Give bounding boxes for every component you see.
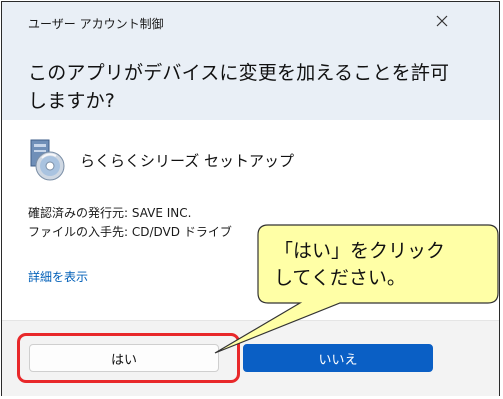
callout-line-1: 「はい」をクリック <box>274 240 446 262</box>
setup-disc-icon <box>30 139 65 181</box>
callout-line-2: してください。 <box>274 267 406 289</box>
consent-question: このアプリがデバイスに変更を加えることを許可しますか? <box>28 62 450 112</box>
dialog-header: ユーザー アカウント制御 このアプリがデバイスに変更を加えることを許可しますか? <box>2 2 499 120</box>
publisher-text: 確認済みの発行元: SAVE INC. <box>28 206 192 220</box>
close-icon <box>436 15 448 27</box>
dialog-title: ユーザー アカウント制御 <box>28 17 164 31</box>
no-button[interactable]: いいえ <box>243 344 433 372</box>
close-button[interactable] <box>424 6 460 36</box>
show-details-link[interactable]: 詳細を表示 <box>28 268 88 285</box>
file-source-text: ファイルの入手先: CD/DVD ドライブ <box>28 225 232 239</box>
callout-text: 「はい」をクリック してください。 <box>262 238 503 292</box>
yes-button-highlight <box>17 333 240 383</box>
app-info-row: らくらくシリーズ セットアップ <box>28 138 428 182</box>
app-name: らくらくシリーズ セットアップ <box>80 152 295 170</box>
